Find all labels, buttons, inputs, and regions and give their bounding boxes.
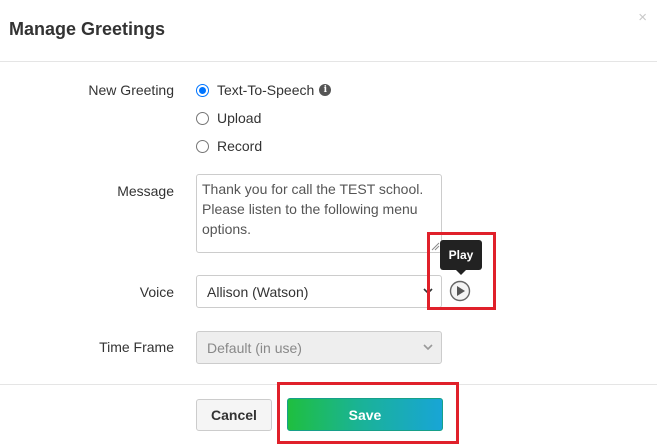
voice-select-value: Allison (Watson) — [207, 283, 309, 300]
play-highlight-box — [427, 232, 496, 310]
option-upload-label: Upload — [217, 110, 262, 126]
close-icon[interactable]: × — [638, 10, 647, 25]
save-highlight-box — [277, 382, 459, 444]
chevron-down-icon — [423, 344, 433, 351]
cancel-button[interactable]: Cancel — [196, 399, 272, 431]
info-icon[interactable]: i — [319, 84, 332, 96]
message-text: Thank you for call the TEST school. Plea… — [202, 181, 424, 237]
new-greeting-label: New Greeting — [88, 82, 174, 98]
option-text-to-speech[interactable]: Text-To-Speech i — [196, 82, 332, 98]
modal-title: Manage Greetings — [9, 19, 166, 39]
option-record[interactable]: Record — [196, 138, 262, 154]
radio-upload[interactable] — [196, 111, 209, 125]
time-frame-select-value: Default (in use) — [207, 339, 302, 356]
option-upload[interactable]: Upload — [196, 110, 261, 126]
radio-text-to-speech[interactable] — [196, 83, 209, 97]
time-frame-label: Time Frame — [99, 339, 174, 355]
message-label: Message — [117, 183, 174, 199]
message-textarea[interactable]: Thank you for call the TEST school. Plea… — [196, 174, 442, 253]
option-record-label: Record — [217, 138, 263, 154]
modal-header: Manage Greetings × — [0, 0, 657, 62]
option-text-to-speech-label: Text-To-Speech — [217, 82, 315, 98]
voice-label: Voice — [139, 284, 174, 300]
radio-record[interactable] — [196, 139, 209, 153]
time-frame-select: Default (in use) — [196, 331, 442, 364]
voice-select[interactable]: Allison (Watson) — [196, 275, 442, 308]
